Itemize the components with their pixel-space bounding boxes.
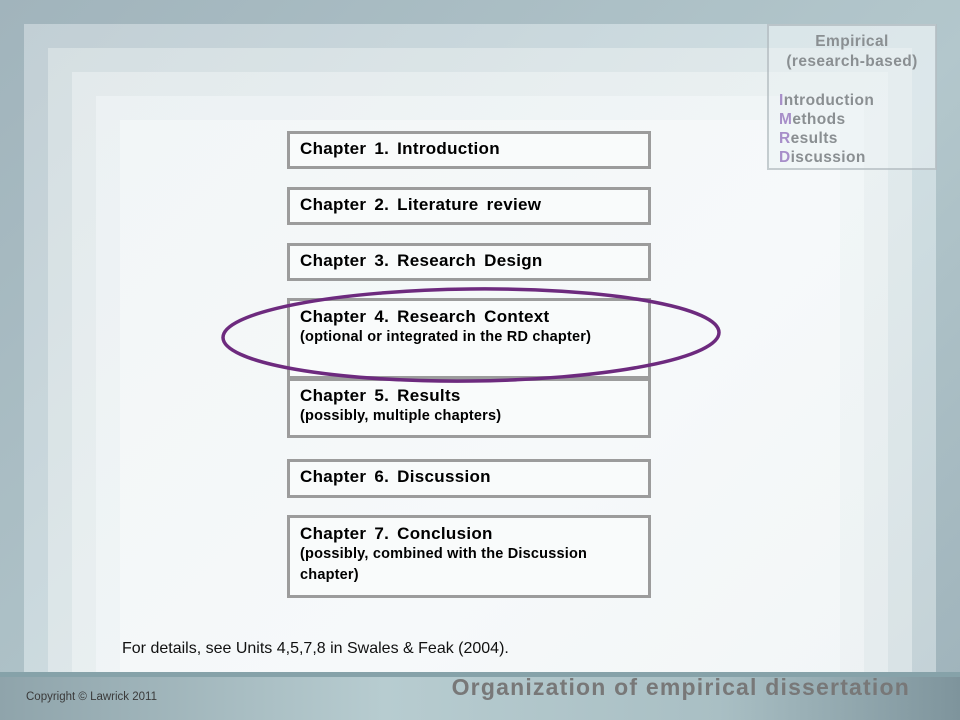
chapter-note: (possibly, multiple chapters) <box>300 408 502 424</box>
imrd-initial: M <box>779 111 793 128</box>
slide-title: Organization of empirical dissertation <box>451 674 910 700</box>
footnote-reference: For details, see Units 4,5,7,8 in Swales… <box>122 640 509 657</box>
chapter-title: Chapter 5. Results <box>300 386 461 405</box>
imrd-heading-line2: (research-based) <box>786 53 918 70</box>
imrd-initial: D <box>779 149 791 166</box>
imrd-item-discussion: Discussion <box>779 148 935 167</box>
imrd-item-results: Results <box>779 129 935 148</box>
imrd-heading: Empirical (research-based) <box>769 32 935 72</box>
imrd-rest: iscussion <box>790 149 866 166</box>
chapter-title: Chapter 1. Introduction <box>300 139 500 158</box>
chapter-box-5: Chapter 5. Results (possibly, multiple c… <box>287 378 651 438</box>
imrd-list: Introduction Methods Results Discussion <box>769 91 935 167</box>
chapter-box-4: Chapter 4. Research Context (optional or… <box>287 298 651 379</box>
chapter-title: Chapter 2. Literature review <box>300 195 542 214</box>
chapter-box-3: Chapter 3. Research Design <box>287 243 651 281</box>
imrd-rest: ntroduction <box>783 92 875 109</box>
imrd-item-methods: Methods <box>779 110 935 129</box>
imrd-item-introduction: Introduction <box>779 91 935 110</box>
chapter-title: Chapter 4. Research Context <box>300 307 550 326</box>
chapter-box-1: Chapter 1. Introduction <box>287 131 651 169</box>
chapter-note: (optional or integrated in the RD chapte… <box>300 329 592 345</box>
chapter-box-2: Chapter 2. Literature review <box>287 187 651 225</box>
imrd-heading-line1: Empirical <box>815 33 889 50</box>
imrd-rest: ethods <box>792 111 846 128</box>
chapter-box-7: Chapter 7. Conclusion (possibly, combine… <box>287 515 651 598</box>
chapter-note: (possibly, combined with the Discussion … <box>300 546 588 583</box>
imrd-initial: R <box>779 130 791 147</box>
imrd-legend-box: Empirical (research-based) Introduction … <box>767 24 937 170</box>
chapter-title: Chapter 3. Research Design <box>300 251 543 270</box>
chapter-title: Chapter 6. Discussion <box>300 467 491 486</box>
chapter-title: Chapter 7. Conclusion <box>300 524 493 543</box>
chapter-box-6: Chapter 6. Discussion <box>287 459 651 498</box>
imrd-rest: esults <box>790 130 838 147</box>
copyright-text: Copyright © Lawrick 2011 <box>26 691 157 703</box>
